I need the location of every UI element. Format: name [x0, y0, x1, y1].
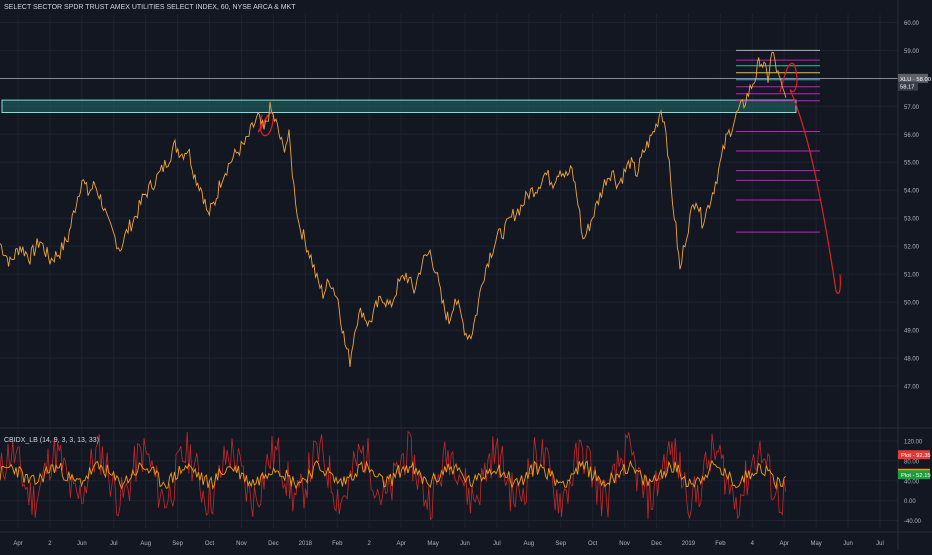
x-tick-label: Jul — [110, 541, 118, 547]
price-tick-label: 50.00 — [904, 301, 920, 307]
price-tick-label: 51.00 — [904, 273, 920, 279]
x-tick-label: Apr — [396, 541, 405, 547]
price-tick-label: 53.00 — [904, 217, 920, 223]
x-tick-label: Feb — [715, 541, 726, 547]
indicator-title: CBIDX_LB (14, 9, 3, 3, 13, 33) — [4, 437, 99, 444]
secondary-price-label: 58.17 — [900, 85, 915, 91]
x-tick-label: Aug — [523, 541, 534, 547]
x-tick-label: Jun — [77, 541, 87, 547]
price-tick-label: 54.00 — [904, 189, 920, 195]
osc-level-label: Plot - 92.35 — [901, 453, 931, 459]
x-tick-label: Nov — [236, 541, 247, 547]
osc-tick-label: 120.00 — [904, 439, 923, 445]
x-tick-label: Feb — [332, 541, 343, 547]
x-tick-label: Apr — [780, 541, 789, 547]
price-tick-label: 49.00 — [904, 329, 920, 335]
x-tick-label: May — [427, 541, 438, 547]
x-tick-label: 2019 — [682, 541, 696, 547]
x-tick-label: Apr — [13, 541, 22, 547]
x-tick-label: Jun — [460, 541, 470, 547]
price-tick-label: 48.00 — [904, 357, 920, 363]
support-zone — [1, 99, 797, 113]
chart-background — [0, 0, 932, 550]
chart: 60.0059.0058.0057.0056.0055.0054.0053.00… — [0, 0, 932, 550]
chart-title: SELECT SECTOR SPDR TRUST AMEX UTILITIES … — [4, 4, 296, 11]
price-tick-label: 52.00 — [904, 245, 920, 251]
x-tick-label: 2018 — [299, 541, 313, 547]
x-tick-label: Dec — [651, 541, 662, 547]
osc-tick-label: 80.00 — [904, 459, 920, 465]
price-tick-label: 57.00 — [904, 105, 920, 111]
x-tick-label: Jul — [493, 541, 501, 547]
price-tick-label: 56.00 — [904, 133, 920, 139]
x-tick-label: May — [810, 541, 821, 547]
x-tick-label: Oct — [205, 541, 215, 547]
price-tick-label: 55.00 — [904, 161, 920, 167]
x-tick-label: Sep — [172, 541, 183, 547]
price-tick-label: 60.00 — [904, 21, 920, 27]
price-tick-label: 47.00 — [904, 385, 920, 391]
x-tick-label: Nov — [619, 541, 630, 547]
x-tick-label: Jul — [876, 541, 884, 547]
osc-tick-label: 0.00 — [904, 499, 916, 505]
chart-canvas: 60.0059.0058.0057.0056.0055.0054.0053.00… — [0, 0, 932, 550]
x-tick-label: Oct — [588, 541, 598, 547]
osc-level-label: Plot - 52.15 — [901, 473, 931, 479]
x-tick-label: Sep — [555, 541, 566, 547]
x-tick-label: Aug — [140, 541, 151, 547]
x-tick-label: Dec — [268, 541, 279, 547]
osc-tick-label: -40.00 — [904, 519, 922, 525]
price-tick-label: 59.00 — [904, 49, 920, 55]
x-tick-label: Jun — [843, 541, 853, 547]
osc-tick-label: 40.00 — [904, 479, 920, 485]
